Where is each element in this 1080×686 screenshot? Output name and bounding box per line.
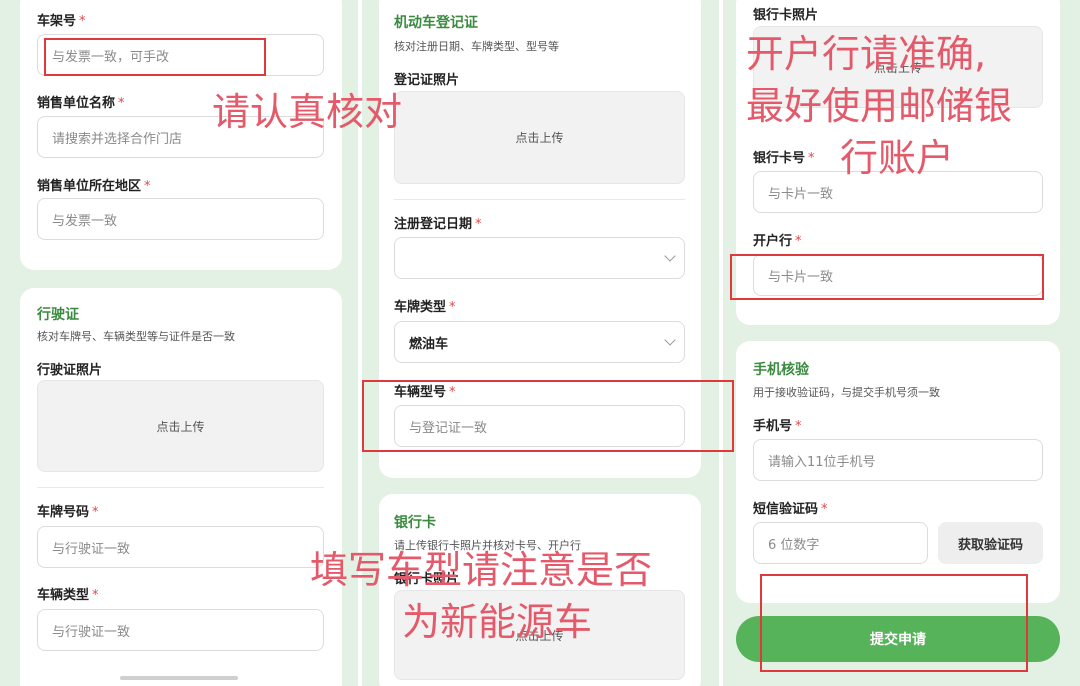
- registration-date-select[interactable]: [394, 237, 685, 279]
- highlight-vehicle-model: [362, 380, 734, 452]
- registration-section-title: 机动车登记证: [394, 15, 478, 31]
- plate-number-label: 车牌号码 *: [37, 505, 99, 520]
- annotation-model-line2: 为新能源车: [402, 600, 593, 644]
- card-driving-license: 行驶证 核对车牌号、车辆类型等与证件是否一致 行驶证照片 点击上传 车牌号码 * …: [20, 288, 342, 686]
- plate-number-input[interactable]: 与行驶证一致: [37, 526, 324, 568]
- chevron-down-icon: [664, 250, 676, 262]
- home-indicator: [120, 676, 238, 680]
- highlight-submit: [760, 574, 1028, 672]
- highlight-frame-number: [44, 38, 266, 76]
- annotation-check-carefully: 请认真核对: [212, 90, 403, 134]
- annotation-bank-line3: 行账户: [840, 136, 955, 180]
- annotation-bank-line2: 最好使用邮储银: [746, 84, 1013, 128]
- bank-section-title: 银行卡: [394, 515, 436, 531]
- phone-section-subtitle: 用于接收验证码，与提交手机号须一致: [753, 386, 940, 399]
- annotation-model-line1: 填写车型请注意是否: [310, 548, 653, 592]
- divider: [37, 487, 324, 488]
- card-number-label: 银行卡号 *: [753, 151, 815, 166]
- bank-branch-label: 开户行 *: [753, 234, 802, 249]
- divider: [394, 199, 685, 200]
- upload-text: 点击上传: [515, 131, 564, 145]
- registration-section-subtitle: 核对注册日期、车牌类型、型号等: [394, 40, 559, 53]
- seller-name-label: 销售单位名称 *: [37, 96, 125, 111]
- frame-number-label: 车架号 *: [37, 14, 86, 29]
- license-photo-upload[interactable]: 点击上传: [37, 380, 324, 472]
- seller-region-label: 销售单位所在地区 *: [37, 179, 151, 194]
- plate-type-value: 燃油车: [409, 336, 449, 352]
- license-photo-label: 行驶证照片: [37, 363, 103, 378]
- vehicle-type-label: 车辆类型 *: [37, 588, 99, 603]
- get-code-button[interactable]: 获取验证码: [938, 522, 1043, 564]
- card-phone-verify: 手机核验 用于接收验证码，与提交手机号须一致 手机号 * 请输入11位手机号 短信…: [736, 341, 1060, 603]
- highlight-bank-branch: [730, 254, 1044, 300]
- plate-type-select[interactable]: 燃油车: [394, 321, 685, 363]
- annotation-bank-line1: 开户行请准确,: [746, 32, 987, 76]
- upload-text: 点击上传: [156, 419, 205, 434]
- vehicle-type-input[interactable]: 与行驶证一致: [37, 609, 324, 651]
- sms-code-label: 短信验证码 *: [753, 502, 828, 517]
- phone-section-title: 手机核验: [753, 362, 809, 378]
- plate-type-label: 车牌类型 *: [394, 300, 456, 315]
- seller-region-input[interactable]: 与发票一致: [37, 198, 324, 240]
- license-section-subtitle: 核对车牌号、车辆类型等与证件是否一致: [37, 330, 235, 343]
- sms-code-input[interactable]: 6 位数字: [753, 522, 928, 564]
- registration-photo-upload[interactable]: 点击上传: [394, 91, 685, 184]
- phone-label: 手机号 *: [753, 419, 802, 434]
- registration-date-label: 注册登记日期 *: [394, 217, 482, 232]
- registration-photo-label: 登记证照片: [394, 73, 460, 88]
- phone-input[interactable]: 请输入11位手机号: [753, 439, 1043, 481]
- bank-photo-label: 银行卡照片: [753, 8, 819, 23]
- license-section-title: 行驶证: [37, 307, 79, 323]
- chevron-down-icon: [664, 334, 676, 346]
